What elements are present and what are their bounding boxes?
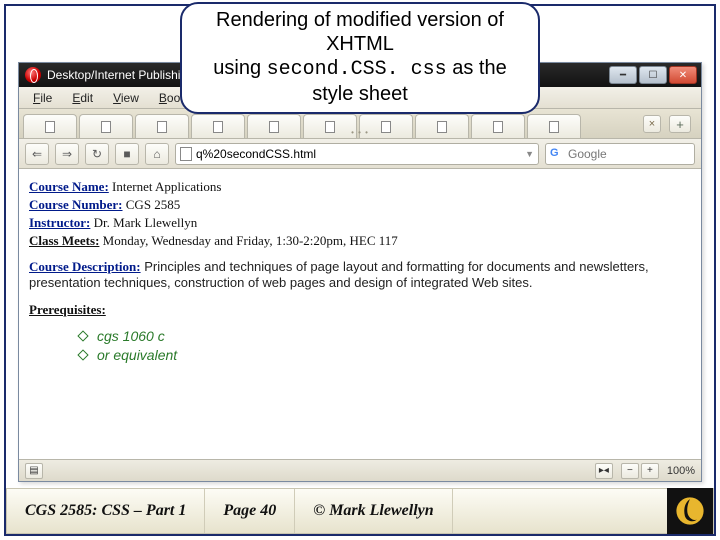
- prerequisites-list: cgs 1060 c or equivalent: [79, 328, 691, 363]
- course-number-row: Course Number: CGS 2585: [29, 197, 691, 213]
- status-bar: ▤ ▸◂ − + 100%: [19, 459, 701, 481]
- prereq-text: cgs 1060 c: [97, 328, 165, 344]
- browser-tab[interactable]: [135, 114, 189, 138]
- menu-view[interactable]: View: [103, 89, 149, 107]
- browser-tab[interactable]: [247, 114, 301, 138]
- browser-tab[interactable]: [191, 114, 245, 138]
- list-item: or equivalent: [79, 347, 691, 363]
- maximize-button[interactable]: ☐: [639, 66, 667, 84]
- page-icon: [45, 121, 55, 133]
- search-placeholder: Google: [568, 147, 607, 161]
- browser-tab[interactable]: [303, 114, 357, 138]
- slide-title: Rendering of modified version of XHTML u…: [180, 2, 540, 114]
- class-meets-label: Class Meets:: [29, 233, 99, 248]
- new-tab-button[interactable]: +: [669, 115, 691, 133]
- page-icon: [549, 121, 559, 133]
- chevron-down-icon: ▼: [525, 149, 534, 159]
- opera-logo-icon: [25, 67, 41, 83]
- list-item: cgs 1060 c: [79, 328, 691, 344]
- back-button[interactable]: ⇐: [25, 143, 49, 165]
- zoom-out-button[interactable]: −: [621, 463, 639, 479]
- search-input[interactable]: G Google: [545, 143, 695, 165]
- page-icon: [269, 121, 279, 133]
- prerequisites-label: Prerequisites:: [29, 302, 691, 318]
- class-meets-row: Class Meets: Monday, Wednesday and Frida…: [29, 233, 691, 249]
- instructor-label: Instructor:: [29, 215, 90, 230]
- footer-right: © Mark Llewellyn: [295, 489, 452, 533]
- title-line2: using second.CSS. css as the style sheet: [210, 56, 510, 106]
- address-bar: ⇐ ⇒ ↻ ■ ⌂ q%20secondCSS.html ▼ G Google: [19, 139, 701, 169]
- browser-tab[interactable]: [527, 114, 581, 138]
- page-icon: [381, 121, 391, 133]
- page-icon: [325, 121, 335, 133]
- instructor-value: Dr. Mark Llewellyn: [94, 215, 198, 230]
- page-icon: [180, 147, 192, 161]
- url-input[interactable]: q%20secondCSS.html ▼: [175, 143, 539, 165]
- course-description: Course Description: Principles and techn…: [29, 259, 691, 290]
- browser-tab[interactable]: [23, 114, 77, 138]
- prereq-text: or equivalent: [97, 347, 177, 363]
- google-icon: G: [550, 147, 564, 161]
- browser-tab[interactable]: [79, 114, 133, 138]
- view-mode-icon[interactable]: ▤: [25, 463, 43, 479]
- course-name-row: Course Name: Internet Applications: [29, 179, 691, 195]
- url-text: q%20secondCSS.html: [196, 147, 316, 161]
- zoom-level: 100%: [667, 465, 695, 477]
- browser-tab[interactable]: [415, 114, 469, 138]
- zoom-control: − +: [621, 463, 659, 479]
- stop-button[interactable]: ■: [115, 143, 139, 165]
- course-description-label: Course Description:: [29, 259, 141, 274]
- course-number-label: Course Number:: [29, 197, 123, 212]
- course-number-value: CGS 2585: [126, 197, 181, 212]
- course-name-value: Internet Applications: [112, 179, 221, 194]
- tab-overflow-icon: • • •: [351, 128, 369, 137]
- close-button[interactable]: ✕: [669, 66, 697, 84]
- page-icon: [157, 121, 167, 133]
- page-icon: [437, 121, 447, 133]
- zoom-in-button[interactable]: +: [641, 463, 659, 479]
- page-icon: [493, 121, 503, 133]
- footer-center: Page 40: [205, 489, 295, 533]
- reload-button[interactable]: ↻: [85, 143, 109, 165]
- page-icon: [213, 121, 223, 133]
- page-icon: [101, 121, 111, 133]
- browser-window: Desktop/Internet Publishing Spring 2010 …: [18, 62, 702, 482]
- footer-left: CGS 2585: CSS – Part 1: [7, 489, 205, 533]
- menu-file[interactable]: File: [23, 89, 62, 107]
- browser-tab[interactable]: [471, 114, 525, 138]
- class-meets-value: Monday, Wednesday and Friday, 1:30-2:20p…: [103, 233, 398, 248]
- panel-toggle-icon[interactable]: ▸◂: [595, 463, 613, 479]
- window-controls: ━ ☐ ✕: [609, 66, 697, 84]
- title-line1: Rendering of modified version of XHTML: [210, 8, 510, 56]
- instructor-row: Instructor: Dr. Mark Llewellyn: [29, 215, 691, 231]
- slide-footer: CGS 2585: CSS – Part 1 Page 40 © Mark Ll…: [6, 488, 714, 534]
- close-tab-button[interactable]: ×: [643, 115, 661, 133]
- page-content: Course Name: Internet Applications Cours…: [19, 169, 701, 459]
- diamond-bullet-icon: [77, 349, 88, 360]
- ucf-logo-icon: [667, 488, 713, 534]
- diamond-bullet-icon: [77, 330, 88, 341]
- menu-edit[interactable]: Edit: [62, 89, 103, 107]
- course-name-label: Course Name:: [29, 179, 109, 194]
- forward-button[interactable]: ⇒: [55, 143, 79, 165]
- minimize-button[interactable]: ━: [609, 66, 637, 84]
- home-button[interactable]: ⌂: [145, 143, 169, 165]
